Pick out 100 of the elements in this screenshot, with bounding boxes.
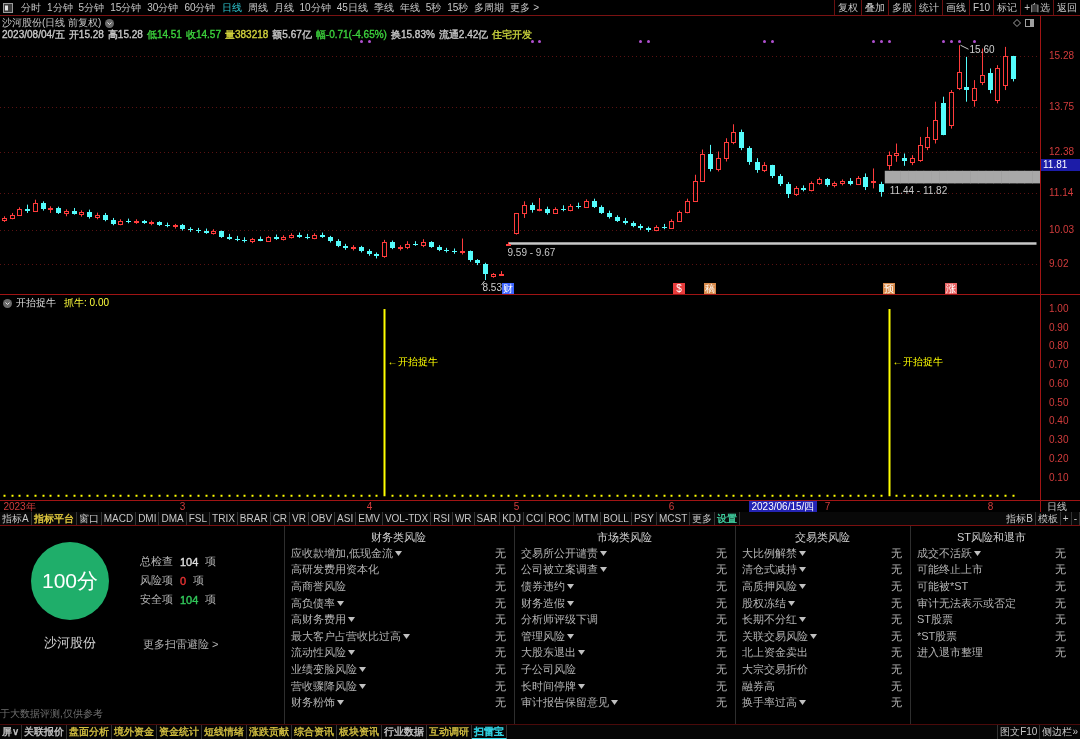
axis-label: 9.02	[1049, 257, 1069, 270]
risk-item: 子公司风险	[521, 661, 576, 677]
band-label: 9.59 - 9.67	[507, 246, 556, 258]
axis-label: 0.80	[1049, 340, 1069, 353]
date-label: 8	[987, 501, 994, 512]
risk-result: 无	[716, 612, 727, 628]
risk-result: 无	[1055, 562, 1066, 578]
risk-item: 北上资金卖出	[742, 645, 808, 661]
chart-title: 沙河股份(日线 前复权)	[2, 17, 102, 29]
stat-value: 104	[180, 555, 199, 568]
risk-item: 审计无法表示或否定	[917, 595, 1016, 611]
axis-label: 0.60	[1049, 377, 1069, 390]
axis-label: 12.38	[1049, 146, 1075, 159]
date-label: 2023年	[3, 501, 36, 512]
axis-label: 1.00	[1049, 303, 1069, 316]
risk-result: 无	[716, 545, 727, 561]
risk-result: 无	[716, 678, 727, 694]
risk-result: 无	[495, 579, 506, 594]
risk-item: 进入退市整理	[917, 645, 983, 661]
risk-result: 无	[1055, 595, 1066, 611]
risk-result: 无	[716, 645, 727, 661]
quote-field: 高15.28	[107, 29, 143, 41]
group-title: ST风险和退市	[955, 530, 1028, 545]
risk-item: 可能被*ST	[917, 579, 969, 594]
risk-result: 无	[716, 695, 727, 711]
date-label: 7	[824, 501, 831, 512]
risk-result: 无	[716, 595, 727, 611]
risk-result: 无	[891, 595, 902, 611]
risk-result: 无	[495, 545, 506, 561]
axis-label: 0.70	[1049, 359, 1069, 372]
risk-item: 高研发费用资本化	[291, 562, 379, 578]
group-title: 交易类风险	[793, 530, 851, 545]
price-cursor-label: 11.81	[1041, 159, 1080, 171]
quote-field: 开15.28	[68, 29, 104, 41]
risk-item: 融券高	[742, 678, 775, 694]
risk-result: 无	[716, 579, 727, 594]
risk-result: 无	[716, 628, 727, 644]
risk-result: 无	[495, 678, 506, 694]
stat-value: 104	[180, 593, 199, 606]
stat-label: 安全项	[140, 592, 173, 607]
indicator-name: 开抬捉牛	[16, 297, 56, 309]
signal-label: ←开抬捉牛	[387, 356, 438, 368]
stat-label: 总检查	[140, 554, 173, 569]
date-label: 6	[668, 501, 675, 512]
risk-result: 无	[495, 612, 506, 628]
risk-result: 无	[891, 612, 902, 628]
axis-label: 0.10	[1049, 471, 1069, 484]
risk-result: 无	[891, 562, 902, 578]
date-label: 4	[366, 501, 373, 512]
score-circle: 100分	[31, 542, 109, 620]
date-cursor-label: 2023/06/15/四	[748, 501, 818, 512]
quote-field: 量383218	[224, 29, 269, 41]
risk-result: 无	[495, 661, 506, 677]
stat-value: 0	[180, 574, 187, 587]
risk-item: 分析师评级下调	[521, 612, 598, 628]
max-price-label: 15.60	[969, 44, 995, 56]
quote-field: 2023/08/04/五	[2, 29, 65, 41]
axis-label: 15.28	[1049, 49, 1075, 62]
indicator-readout: 抓牛: 0.00	[64, 297, 110, 309]
risk-result: 无	[1055, 645, 1066, 661]
risk-item: 大宗交易折价	[742, 661, 808, 677]
risk-result: 无	[716, 661, 727, 677]
risk-result: 无	[891, 579, 902, 594]
stat-unit: 项	[193, 573, 205, 588]
risk-result: 无	[495, 695, 506, 711]
risk-result: 无	[1055, 628, 1066, 644]
axis-label: 11.14	[1049, 187, 1074, 200]
signal-label: ←开抬捉牛	[892, 356, 943, 368]
axis-label: 0.90	[1049, 321, 1069, 334]
axis-label: 0.40	[1049, 415, 1069, 428]
band-label: 11.44 - 11.82	[889, 185, 948, 197]
stat-unit: 项	[205, 554, 217, 569]
min-price-label: 8.53	[482, 282, 502, 294]
quote-field: 低14.51	[146, 29, 182, 41]
risk-item: ST股票	[917, 612, 954, 628]
risk-result: 无	[1055, 545, 1066, 561]
stock-name: 沙河股份	[44, 634, 96, 652]
date-label: 5	[513, 501, 520, 512]
stat-unit: 项	[205, 592, 217, 607]
axis-label: 0.20	[1049, 452, 1069, 465]
risk-result: 无	[495, 595, 506, 611]
quote-field: 收14.57	[185, 29, 221, 41]
risk-result: 无	[716, 562, 727, 578]
risk-item: 可能终止上市	[917, 562, 983, 578]
risk-result: 无	[891, 545, 902, 561]
risk-item: *ST股票	[917, 628, 958, 644]
group-title: 市场类风险	[595, 530, 653, 545]
risk-result: 无	[891, 645, 902, 661]
risk-result: 无	[1055, 579, 1066, 594]
group-title: 财务类风险	[370, 530, 427, 545]
risk-result: 无	[495, 645, 506, 661]
risk-result: 无	[891, 695, 902, 711]
quote-field: 额5.67亿	[272, 29, 312, 41]
risk-result: 无	[891, 628, 902, 644]
risk-result: 无	[891, 678, 902, 694]
risk-result: 无	[495, 628, 506, 644]
risk-result: 无	[495, 562, 506, 578]
quote-field: 住宅开发	[492, 29, 533, 41]
quote-field: 幅-0.71(-4.65%)	[315, 29, 387, 41]
risk-result: 无	[1055, 612, 1066, 628]
